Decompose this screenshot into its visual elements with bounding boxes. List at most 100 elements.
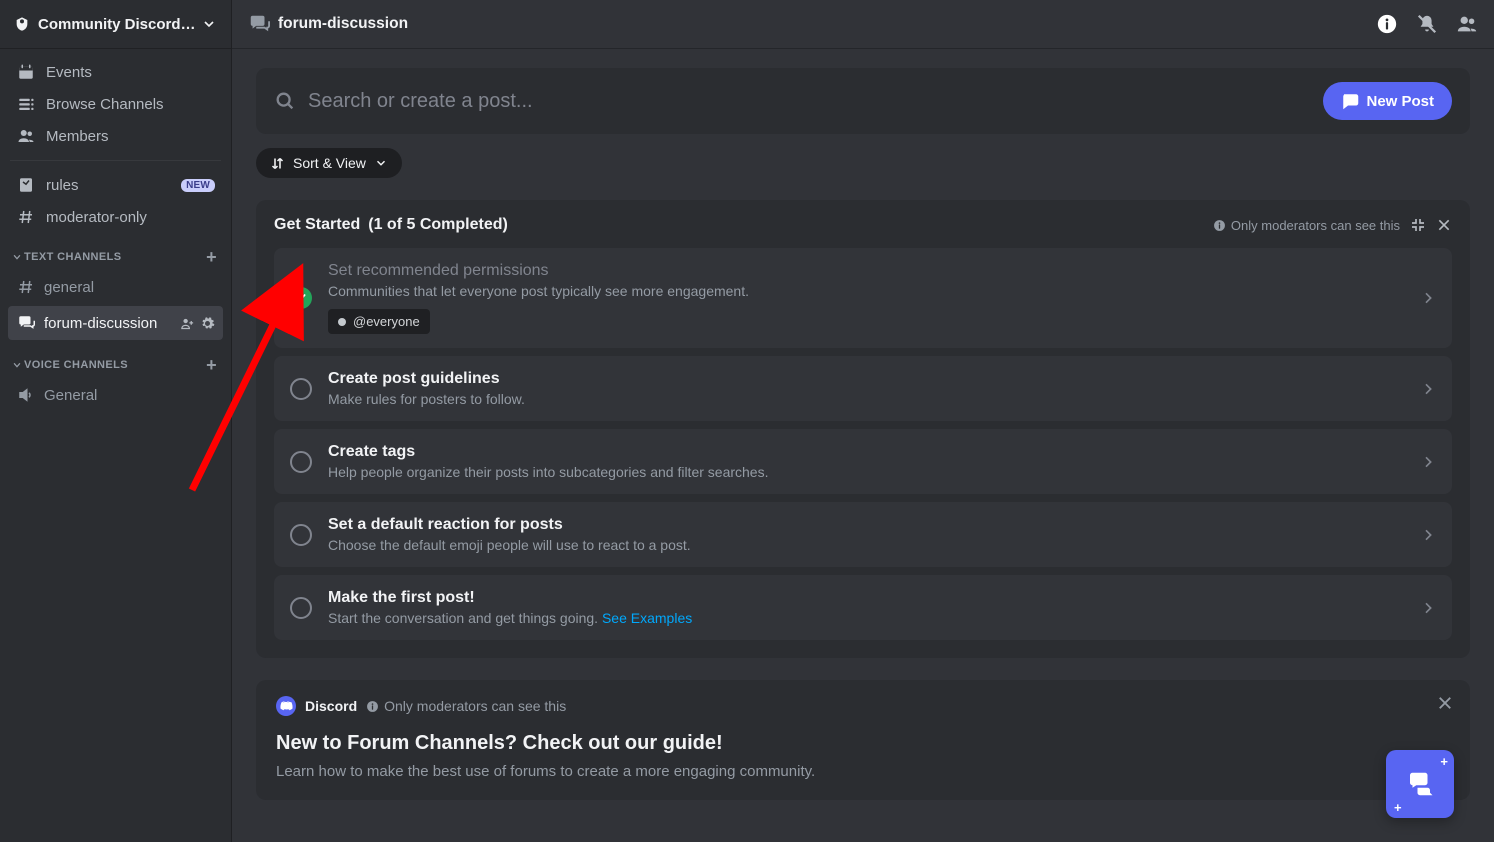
task-desc: Communities that let everyone post typic…	[328, 283, 1404, 299]
members-icon	[16, 126, 36, 146]
collapse-icon[interactable]	[1410, 217, 1426, 233]
channel-rules[interactable]: rules NEW	[8, 169, 223, 201]
channel-name: rules	[46, 177, 79, 194]
new-badge: NEW	[181, 179, 215, 192]
task-post-guidelines[interactable]: Create post guidelines Make rules for po…	[274, 356, 1452, 421]
task-title: Set recommended permissions	[328, 262, 1404, 280]
search-row: New Post	[256, 68, 1470, 134]
chevron-down-icon	[12, 360, 22, 370]
task-first-post[interactable]: Make the first post! Start the conversat…	[274, 575, 1452, 640]
role-tag: @everyone	[328, 309, 430, 334]
chevron-right-icon	[1420, 600, 1436, 616]
content-scroll[interactable]: New Post Sort & View Get Start	[232, 48, 1494, 842]
role-name: @everyone	[353, 314, 420, 329]
get-started-card: Get Started (1 of 5 Completed) Only mode…	[256, 200, 1470, 658]
forum-icon	[16, 313, 36, 333]
channel-general[interactable]: general	[8, 270, 223, 304]
close-icon[interactable]	[1436, 694, 1454, 712]
browse-icon	[16, 94, 36, 114]
search-icon	[274, 90, 296, 112]
main: forum-discussion	[232, 0, 1494, 842]
server-name: Community Discord Ser	[38, 16, 197, 33]
task-desc: Make rules for posters to follow.	[328, 391, 1404, 407]
role-dot-icon	[338, 318, 346, 326]
task-set-permissions[interactable]: Set recommended permissions Communities …	[274, 248, 1452, 348]
chevron-right-icon	[1420, 381, 1436, 397]
channel-name: moderator-only	[46, 209, 147, 226]
special-channels: rules NEW moderator-only	[0, 169, 231, 233]
guide-brand: Discord	[305, 698, 357, 714]
status-empty-icon	[290, 597, 312, 619]
status-empty-icon	[290, 378, 312, 400]
channel-name: General	[44, 387, 215, 404]
see-examples-link[interactable]: See Examples	[602, 610, 692, 626]
mod-note: Only moderators can see this	[1231, 218, 1400, 233]
close-icon[interactable]	[1436, 217, 1452, 233]
notification-muted-icon[interactable]	[1416, 13, 1438, 35]
create-thread-fab[interactable]	[1386, 750, 1454, 818]
chevron-right-icon	[1420, 290, 1436, 306]
nav-list: Events Browse Channels Members	[0, 48, 231, 152]
chat-plus-icon	[1341, 92, 1359, 110]
chevron-down-icon	[12, 252, 22, 262]
sort-icon	[270, 156, 285, 171]
add-channel-button[interactable]: +	[204, 356, 219, 374]
channel-name: forum-discussion	[44, 315, 171, 332]
speaker-icon	[16, 385, 36, 405]
divider	[10, 160, 221, 161]
sort-label: Sort & View	[293, 155, 366, 171]
info-icon[interactable]	[1376, 13, 1398, 35]
chevron-right-icon	[1420, 454, 1436, 470]
forum-icon	[248, 13, 270, 35]
task-title: Set a default reaction for posts	[328, 516, 1404, 534]
status-empty-icon	[290, 451, 312, 473]
nav-events[interactable]: Events	[8, 56, 223, 88]
task-title: Create post guidelines	[328, 370, 1404, 388]
header-channel-name: forum-discussion	[278, 15, 408, 33]
card-progress: (1 of 5 Completed)	[368, 216, 508, 234]
chevron-right-icon	[1420, 527, 1436, 543]
card-title: Get Started	[274, 216, 360, 234]
members-list-icon[interactable]	[1456, 13, 1478, 35]
settings-icon[interactable]	[199, 315, 215, 331]
status-empty-icon	[290, 524, 312, 546]
nav-label: Events	[46, 64, 92, 81]
nav-browse-channels[interactable]: Browse Channels	[8, 88, 223, 120]
hash-icon	[16, 207, 36, 227]
guide-desc: Learn how to make the best use of forums…	[276, 763, 1450, 780]
search-input[interactable]	[306, 89, 1309, 114]
task-desc: Start the conversation and get things go…	[328, 610, 1404, 626]
info-icon	[1213, 219, 1226, 232]
channel-header: forum-discussion	[232, 0, 1494, 48]
section-text-channels[interactable]: TEXT CHANNELS +	[0, 245, 231, 269]
channel-moderator-only[interactable]: moderator-only	[8, 201, 223, 233]
task-create-tags[interactable]: Create tags Help people organize their p…	[274, 429, 1452, 494]
sort-view-button[interactable]: Sort & View	[256, 148, 402, 178]
task-title: Make the first post!	[328, 589, 1404, 607]
guide-mod-note: Only moderators can see this	[384, 698, 566, 714]
check-icon	[290, 287, 312, 309]
add-channel-button[interactable]: +	[204, 248, 219, 266]
info-icon	[366, 700, 379, 713]
nav-label: Browse Channels	[46, 96, 164, 113]
chevron-down-icon	[374, 156, 388, 170]
section-label: VOICE CHANNELS	[24, 359, 204, 371]
search-box[interactable]	[274, 89, 1309, 114]
section-voice-channels[interactable]: VOICE CHANNELS +	[0, 353, 231, 377]
nav-label: Members	[46, 128, 109, 145]
create-invite-icon[interactable]	[179, 315, 195, 331]
new-post-button[interactable]: New Post	[1323, 82, 1452, 120]
chevron-down-icon	[201, 16, 217, 32]
rules-icon	[16, 175, 36, 195]
channel-name: general	[44, 279, 215, 296]
community-icon	[14, 16, 30, 32]
hash-icon	[16, 277, 36, 297]
channel-forum-discussion[interactable]: forum-discussion	[8, 306, 223, 340]
calendar-icon	[16, 62, 36, 82]
sidebar: Community Discord Ser Events Browse Chan…	[0, 0, 232, 842]
channel-voice-general[interactable]: General	[8, 378, 223, 412]
discord-logo-icon	[276, 696, 296, 716]
task-default-reaction[interactable]: Set a default reaction for posts Choose …	[274, 502, 1452, 567]
nav-members[interactable]: Members	[8, 120, 223, 152]
server-header[interactable]: Community Discord Ser	[0, 0, 231, 48]
